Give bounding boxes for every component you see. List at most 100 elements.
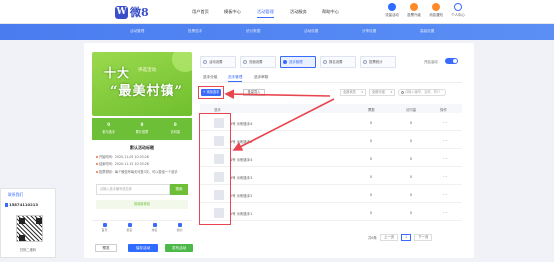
step-activity-settings[interactable]: 活动设置	[200, 56, 236, 68]
stat-contestants: 0 参与选手	[102, 122, 116, 134]
annotation-box	[198, 86, 224, 99]
chevron-down-icon: ▾	[390, 90, 392, 94]
contestant-search-input[interactable]: 请输入编号、名称、简介	[398, 89, 446, 96]
sub-banner: 活动管理 投票选手 统计数据 活动设置 分享设置 高级设置	[0, 24, 554, 40]
table-row[interactable]: 4号 示例选手4 0 0 ⋯	[200, 150, 462, 167]
preview-button[interactable]: 预览	[95, 244, 117, 252]
more-icon[interactable]: ⋯	[443, 192, 447, 197]
more-icon[interactable]: ⋯	[443, 210, 447, 215]
hero-subtitle: 评选活动	[138, 68, 156, 73]
step-icon	[363, 60, 367, 64]
user-center-tool[interactable]: 个人中心	[449, 3, 467, 17]
sort-option[interactable]: 按最新参赛	[96, 200, 188, 209]
bottom-nav-home[interactable]: 首页	[92, 221, 117, 234]
preview-search-input[interactable]: 请输入选手编号或名称	[96, 184, 170, 195]
activity-info: 默认活动标题 开始时间：2020-11-05 10:33:26 结束时间：202…	[92, 142, 192, 174]
logo[interactable]: W 微8	[115, 5, 149, 19]
leaf-decoration	[172, 52, 192, 72]
banner-item[interactable]: 统计数据	[246, 29, 260, 34]
table-header: 选手 票数 访问量 操作	[200, 104, 462, 113]
nav-home[interactable]: 用户首页	[192, 9, 209, 15]
preview-bottom-nav: 首页 报名 排名 我的	[92, 220, 192, 234]
table-row[interactable]: 5号 示例选手5 0 0 ⋯	[200, 132, 462, 149]
toggle-label: 开启活动	[424, 60, 438, 64]
step-contestant-manage[interactable]: 选手管理	[280, 56, 316, 68]
banner-item[interactable]: 高级设置	[420, 29, 434, 34]
hero-banner: 十大 评选活动 “最美村镇”	[92, 52, 192, 116]
table-row[interactable]: 3号 示例选手3 0 0 ⋯	[200, 168, 462, 185]
dot-icon	[96, 155, 98, 158]
nav-templates[interactable]: 模板中心	[224, 9, 241, 15]
home-icon	[102, 223, 107, 227]
annotation-box	[199, 113, 231, 225]
batch-import-button[interactable]: 批量导入	[243, 89, 265, 96]
top-navbar: W 微8 用户首页 模板中心 活动管理 活动服务 帮助中心 流量活动 投票升级 …	[0, 0, 554, 24]
contact-title[interactable]: 联系我们	[1, 189, 55, 198]
start-time: 开始时间：2020-11-05 10:33:26	[96, 154, 188, 159]
nav-activity-manage[interactable]: 活动管理	[257, 9, 274, 18]
nav-activity-service[interactable]: 活动服务	[290, 9, 307, 15]
banner-item[interactable]: 投票选手	[188, 29, 202, 34]
upgrade-tool[interactable]: 投票升级	[405, 3, 423, 17]
col-contestant: 选手	[214, 108, 221, 112]
tab-contestant-manage[interactable]: 选手管理	[228, 75, 243, 82]
end-time: 结束时间：2020-11-15 10:33:26	[96, 161, 188, 166]
preview-search: 请输入选手编号或名称 搜索	[96, 184, 188, 195]
banner-item[interactable]: 活动管理	[130, 29, 144, 34]
step-icon	[243, 60, 247, 64]
save-activity-button[interactable]: 保存活动	[128, 244, 158, 252]
notification-tool[interactable]: 消息通知	[427, 3, 445, 17]
prev-page-button[interactable]: 上一页	[379, 233, 399, 241]
tab-contestant-groups[interactable]: 选手分组	[203, 75, 217, 80]
bottom-nav-rank[interactable]: 排名	[142, 221, 167, 234]
logo-text: 微8	[130, 6, 149, 19]
step-icon	[323, 60, 327, 64]
pagination: 共6条 上一页 1 下一页	[368, 233, 433, 241]
next-page-button[interactable]: 下一页	[414, 233, 433, 241]
contact-phone: 15874110213	[1, 198, 55, 207]
activity-title: 默认活动标题	[130, 145, 154, 150]
tab-contestant-review[interactable]: 选手审核	[254, 75, 268, 80]
table-row[interactable]: 4号 示例选手4 0 0 ⋯	[200, 114, 462, 131]
col-actions: 操作	[440, 108, 447, 112]
more-icon[interactable]: ⋯	[443, 174, 447, 179]
more-icon[interactable]: ⋯	[443, 120, 447, 125]
create-activity-tool[interactable]: 流量活动	[383, 3, 401, 17]
table-row[interactable]: 1号 示例选手1 0 0 ⋯	[200, 204, 462, 221]
group-filter[interactable]: 全部分组 ▾	[369, 89, 395, 96]
step-signup-settings[interactable]: 报名设置	[320, 56, 356, 68]
banner-item[interactable]: 分享设置	[362, 29, 376, 34]
qr-code	[16, 215, 43, 242]
rank-icon	[152, 223, 157, 227]
step-vote-stats[interactable]: 投票统计	[360, 56, 396, 68]
banner-item[interactable]: 活动设置	[304, 29, 318, 34]
more-icon[interactable]: ⋯	[443, 156, 447, 161]
more-icon[interactable]: ⋯	[443, 138, 447, 143]
status-filter[interactable]: 全部状态 ▾	[340, 89, 366, 96]
stat-visits: 0 访问量	[170, 122, 181, 134]
activity-toggle[interactable]	[445, 58, 458, 64]
crown-icon	[410, 3, 418, 11]
col-views: 访问量	[406, 108, 417, 112]
page-number[interactable]: 1	[401, 233, 412, 241]
vote-rule: 投票规则：每个微信号每天可投3次，可以投给一个选手	[96, 169, 188, 174]
mobile-preview: 十大 评选活动 “最美村镇” 0 参与选手 0 累计投票 0 访问量 默认活动标…	[92, 52, 192, 254]
nav-help[interactable]: 帮助中心	[322, 9, 339, 15]
logo-mark: W	[115, 5, 128, 19]
step-icon	[283, 60, 287, 64]
stats-bar: 0 参与选手 0 累计投票 0 访问量	[92, 118, 192, 140]
divider	[200, 82, 462, 83]
dot-icon	[96, 163, 98, 165]
user-icon	[177, 223, 182, 227]
step-page-settings[interactable]: 页面设置	[240, 56, 276, 68]
bottom-nav-mine[interactable]: 我的	[167, 221, 192, 234]
bottom-nav-signup[interactable]: 报名	[117, 221, 142, 234]
bell-icon	[432, 3, 440, 11]
publish-activity-button[interactable]: 发布活动	[165, 244, 193, 252]
hero-title: 十大	[104, 66, 131, 80]
chevron-down-icon: ▾	[361, 90, 363, 94]
step-icon	[203, 60, 207, 64]
preview-search-button[interactable]: 搜索	[170, 184, 188, 195]
col-votes: 票数	[368, 108, 375, 112]
table-row[interactable]: 2号 示例选手2 0 0 ⋯	[200, 186, 462, 203]
